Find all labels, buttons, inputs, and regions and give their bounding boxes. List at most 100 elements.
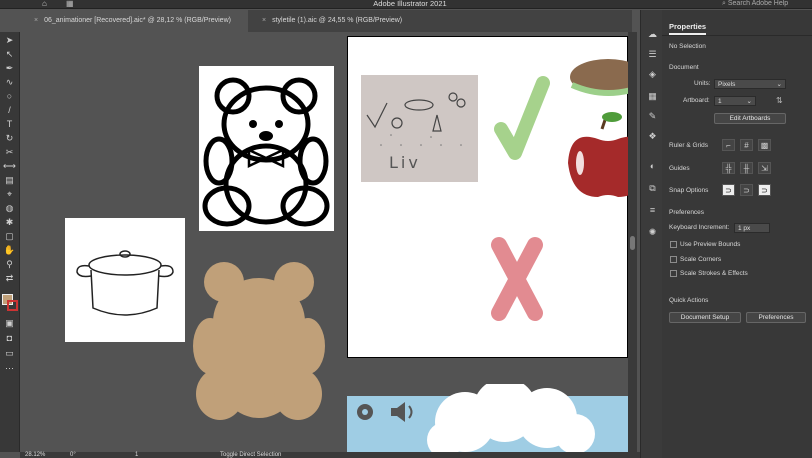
status-bar: 28.12% 0° 1 Toggle Direct Selection (20, 452, 640, 458)
artboard-navigation-icon[interactable]: ⇅ (776, 96, 783, 105)
artboard-number[interactable]: 1 (135, 452, 138, 458)
chevron-down-icon: ⌄ (746, 98, 752, 105)
scale-strokes-label: Scale Strokes & Effects (680, 270, 748, 277)
rotation-value[interactable]: 0° (70, 452, 76, 458)
close-icon[interactable]: × (262, 17, 266, 24)
layers-icon[interactable]: ◈ (647, 68, 658, 80)
preferences-heading: Preferences (669, 209, 705, 216)
symbol-sprayer-icon[interactable]: ✱ (3, 216, 16, 228)
scale-strokes-checkbox[interactable] (670, 270, 677, 277)
artboard-value: 1 (718, 98, 722, 105)
screen-mode-icon[interactable]: ▭ (3, 347, 16, 359)
lock-guides-icon[interactable]: ╫ (740, 162, 753, 174)
title-bar: ⌂ ▦ Adobe Illustrator 2021 ⌕ Search Adob… (0, 0, 812, 9)
libraries-icon[interactable]: ☁ (647, 28, 658, 40)
food-illustrations[interactable] (568, 55, 629, 205)
help-search-placeholder: Search Adobe Help (727, 0, 789, 7)
tab-document-2[interactable]: × styletile (1).aic @ 24,55 % (RGB/Previe… (250, 10, 450, 32)
snap-to-pixel-icon[interactable]: ⊃ (740, 184, 753, 196)
vertical-scrollbar[interactable] (628, 32, 637, 452)
brushes-icon[interactable]: ✎ (647, 110, 658, 122)
help-search[interactable]: ⌕ Search Adobe Help (722, 0, 812, 8)
preferences-button[interactable]: Preferences (746, 312, 806, 323)
units-dropdown[interactable]: Pixels ⌄ (714, 79, 786, 89)
smart-guides-icon[interactable]: ⇲ (758, 162, 771, 174)
guides-heading: Guides (669, 165, 690, 172)
use-preview-bounds-label: Use Preview Bounds (680, 241, 741, 248)
artboard[interactable]: Liv (347, 36, 629, 358)
type-tool-icon[interactable]: T (3, 118, 16, 130)
transparency-icon[interactable]: ◐ (647, 160, 658, 172)
teddy-bear-flat[interactable] (190, 256, 328, 422)
draw-mode-icon[interactable]: ◘ (3, 332, 16, 344)
color-mode-icon[interactable]: ▣ (3, 317, 16, 329)
properties-icon[interactable]: ☰ (647, 48, 658, 60)
cross-mark-shape[interactable] (485, 233, 549, 325)
hand-tool-icon[interactable]: ✋ (3, 244, 16, 256)
scrollbar-thumb[interactable] (630, 236, 635, 250)
stroke-color-swatch[interactable] (7, 300, 18, 311)
units-label: Units: (694, 80, 711, 87)
banner-strip (347, 384, 628, 452)
use-preview-bounds-checkbox[interactable] (670, 241, 677, 248)
swatches-icon[interactable]: ▦ (647, 90, 658, 102)
close-icon[interactable]: × (34, 17, 38, 24)
properties-title: Properties (669, 22, 707, 35)
artboard-tool-icon[interactable]: ▢ (3, 230, 16, 242)
chevron-down-icon: ⌄ (776, 81, 782, 88)
home-icon[interactable]: ⌂ (42, 0, 52, 8)
pathfinder-icon[interactable]: ⧉ (647, 182, 658, 194)
gradient-tool-icon[interactable]: ▤ (3, 174, 16, 186)
panel-dock: ☁ ☰ ◈ ▦ ✎ ❖ ◐ ⧉ ≡ ✺ (640, 10, 662, 458)
cooking-pot-sketch[interactable] (65, 218, 185, 342)
keyboard-increment-input[interactable]: 1 px (734, 223, 770, 233)
tab-label: styletile (1).aic @ 24,55 % (RGB/Preview… (272, 17, 403, 24)
snap-to-glyph-icon[interactable]: ⊃ (758, 184, 771, 196)
eyedropper-tool-icon[interactable]: ⌖ (3, 188, 16, 200)
grid-icon[interactable]: # (740, 139, 753, 151)
scale-corners-label: Scale Corners (680, 256, 722, 263)
snap-options-heading: Snap Options (669, 187, 709, 194)
speaker-icon[interactable] (389, 400, 417, 424)
teddy-bear-line-art (202, 77, 330, 227)
properties-tab[interactable]: Properties (662, 20, 812, 36)
quick-actions-heading: Quick Actions (669, 297, 709, 304)
cloud-shape[interactable] (425, 384, 595, 452)
zoom-tool-icon[interactable]: ⚲ (3, 258, 16, 270)
ellipse-tool-icon[interactable]: ○ (3, 90, 16, 102)
sketch-text: Liv (389, 153, 421, 172)
scale-corners-checkbox[interactable] (670, 256, 677, 263)
transparency-grid-icon[interactable]: ▩ (758, 139, 771, 151)
zoom-level[interactable]: 28.12% (25, 452, 45, 458)
selection-tool-icon[interactable]: ➤ (3, 34, 16, 46)
units-value: Pixels (718, 81, 736, 88)
ruler-grids-heading: Ruler & Grids (669, 142, 709, 149)
current-tool-status: Toggle Direct Selection (220, 452, 282, 458)
blend-tool-icon[interactable]: ◍ (3, 202, 16, 214)
workspace-grid-icon[interactable]: ▦ (66, 0, 76, 8)
swap-colors-icon[interactable]: ⇄ (3, 272, 16, 284)
gear-icon[interactable] (353, 400, 377, 424)
pen-tool-icon[interactable]: ✒ (3, 62, 16, 74)
artboard-select[interactable]: 1 ⌄ (714, 96, 756, 106)
document-setup-button[interactable]: Document Setup (669, 312, 741, 323)
tab-document-1[interactable]: × 06_animationer [Recovered].aic* @ 28,12… (22, 10, 248, 32)
appearance-icon[interactable]: ✺ (647, 226, 658, 238)
check-mark-shape[interactable] (491, 73, 553, 165)
show-guides-icon[interactable]: ╬ (722, 162, 735, 174)
align-icon[interactable]: ≡ (647, 204, 658, 216)
width-tool-icon[interactable]: ⟷ (3, 160, 16, 172)
brush-tool-icon[interactable]: / (3, 104, 16, 116)
rotate-tool-icon[interactable]: ↻ (3, 132, 16, 144)
symbols-icon[interactable]: ❖ (647, 130, 658, 142)
curvature-tool-icon[interactable]: ∿ (3, 76, 16, 88)
edit-artboards-button[interactable]: Edit Artboards (714, 113, 786, 124)
direct-selection-tool-icon[interactable]: ↖ (3, 48, 16, 60)
teddy-bear-sketch[interactable] (199, 66, 334, 231)
more-tools-icon[interactable]: ⋯ (3, 362, 16, 374)
document-tab-bar: × 06_animationer [Recovered].aic* @ 28,12… (22, 10, 632, 32)
scissors-tool-icon[interactable]: ✂ (3, 146, 16, 158)
snap-to-point-icon[interactable]: ⊃ (722, 184, 735, 196)
tab-label: 06_animationer [Recovered].aic* @ 28,12 … (44, 17, 231, 24)
ruler-icon[interactable]: ⌐ (722, 139, 735, 151)
